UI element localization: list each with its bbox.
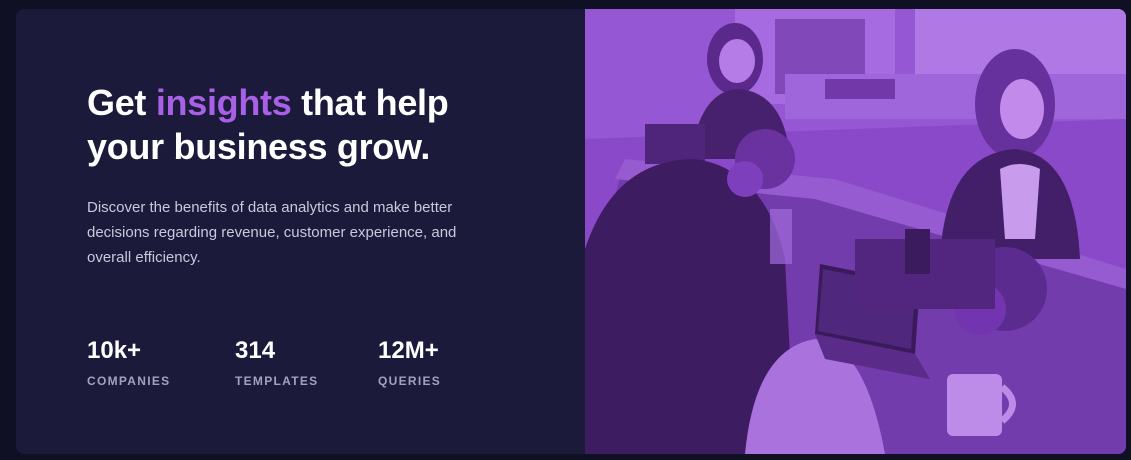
hero-image [585, 9, 1126, 454]
headline-pre: Get [87, 82, 156, 123]
headline-accent: insights [155, 82, 292, 123]
hero-headline: Get insights that help your business gro… [87, 81, 527, 169]
hero-text-panel: Get insights that help your business gro… [16, 9, 585, 454]
stat-value: 314 [235, 337, 276, 364]
stat-value: 12M+ [378, 337, 439, 364]
stat-label: TEMPLATES [235, 374, 319, 388]
stat-companies: 10k+ COMPANIES [87, 336, 235, 388]
office-photo [585, 9, 1126, 454]
hero-card: Get insights that help your business gro… [16, 9, 1126, 454]
stat-label: COMPANIES [87, 374, 171, 388]
stat-label: QUERIES [378, 374, 442, 388]
stats-row: 10k+ COMPANIES 314 TEMPLATES 12M+ QUERIE… [87, 336, 498, 388]
stat-templates: 314 TEMPLATES [235, 336, 378, 388]
hero-description: Discover the benefits of data analytics … [87, 199, 457, 266]
stat-value: 10k+ [87, 337, 142, 364]
stat-queries: 12M+ QUERIES [378, 336, 498, 388]
